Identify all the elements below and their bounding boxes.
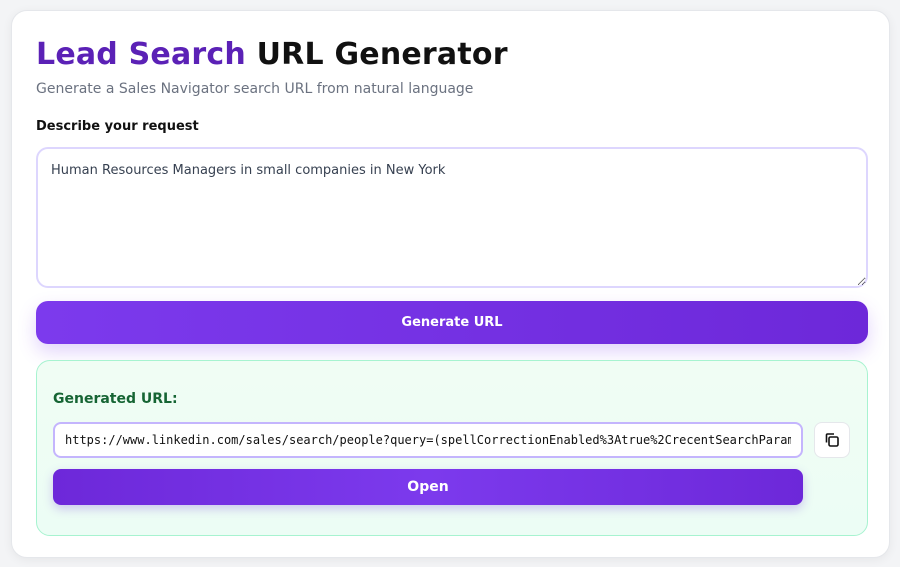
title-accent: Lead Search [36,37,246,72]
generate-url-button[interactable]: Generate URL [36,301,868,344]
request-label: Describe your request [36,119,199,134]
request-textarea[interactable]: Human Resources Managers in small compan… [36,147,868,288]
open-button[interactable]: Open [53,469,803,505]
page-title: Lead Search URL Generator [36,37,508,72]
copy-icon [825,433,839,447]
generated-url-field[interactable] [53,422,803,458]
title-rest: URL Generator [256,37,508,72]
result-panel: Generated URL: Open [36,360,868,536]
result-label: Generated URL: [53,391,178,407]
page-subtitle: Generate a Sales Navigator search URL fr… [36,81,474,97]
copy-button[interactable] [814,422,850,458]
generator-card: Lead Search URL Generator Generate a Sal… [11,10,890,558]
